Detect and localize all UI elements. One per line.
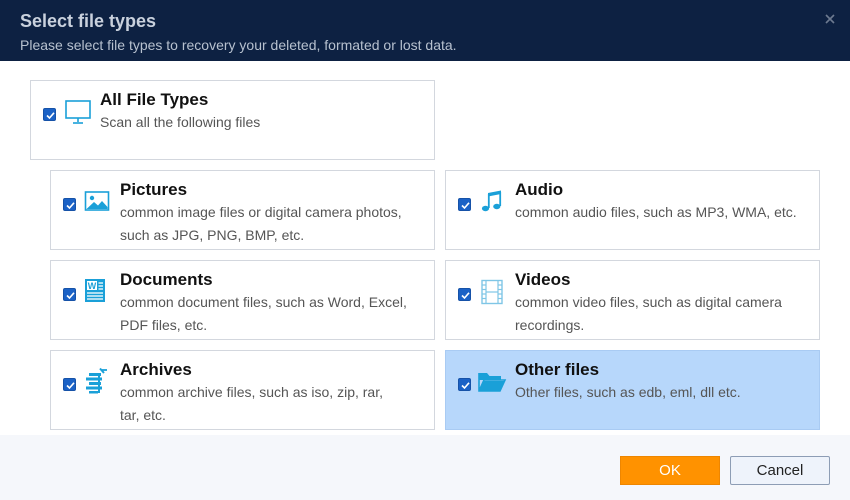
checkbox-documents[interactable] xyxy=(63,288,76,301)
card-archives[interactable]: Archives common archive files, such as i… xyxy=(50,350,435,430)
card-title: Documents xyxy=(120,270,213,289)
card-desc: Other files, such as edb, eml, dll etc. xyxy=(515,384,741,400)
card-title: Pictures xyxy=(120,180,188,199)
card-title: Archives xyxy=(120,360,192,379)
word-document-icon: W xyxy=(84,278,112,304)
card-other-files[interactable]: Other files Other files, such as edb, em… xyxy=(445,350,820,430)
checkbox-other-files[interactable] xyxy=(458,378,471,391)
ok-button[interactable]: OK xyxy=(620,456,720,485)
card-desc: common document files, such as Word, Exc… xyxy=(120,294,407,333)
music-note-icon xyxy=(479,189,507,215)
checkbox-videos[interactable] xyxy=(458,288,471,301)
dialog-title: Select file types xyxy=(20,11,157,31)
checkbox-all-file-types[interactable] xyxy=(43,108,56,121)
card-desc: common audio files, such as MP3, WMA, et… xyxy=(515,204,797,220)
card-all-file-types[interactable]: All File Types Scan all the following fi… xyxy=(30,80,435,160)
card-pictures[interactable]: Pictures common image files or digital c… xyxy=(50,170,435,250)
card-desc: common archive files, such as iso, zip, … xyxy=(120,384,383,423)
card-desc: Scan all the following files xyxy=(100,114,261,130)
dialog-header: Select file types Please select file typ… xyxy=(0,0,850,61)
cancel-button[interactable]: Cancel xyxy=(730,456,830,485)
dialog-subtitle: Please select file types to recovery you… xyxy=(20,37,457,53)
card-desc: common video files, such as digital came… xyxy=(515,294,782,333)
archive-icon xyxy=(82,367,110,394)
checkbox-audio[interactable] xyxy=(458,198,471,211)
monitor-icon xyxy=(64,99,92,125)
dialog-footer xyxy=(0,435,850,500)
card-title: Other files xyxy=(515,360,600,379)
card-audio[interactable]: Audio common audio files, such as MP3, W… xyxy=(445,170,820,250)
picture-icon xyxy=(84,190,112,216)
card-videos[interactable]: Videos common video files, such as digit… xyxy=(445,260,820,340)
svg-text:W: W xyxy=(88,281,97,291)
film-strip-icon xyxy=(479,279,507,305)
checkbox-archives[interactable] xyxy=(63,378,76,391)
card-desc: common image files or digital camera pho… xyxy=(120,204,402,243)
card-title: Audio xyxy=(515,180,564,199)
card-title: Videos xyxy=(515,270,571,289)
card-documents[interactable]: W Documents common document files, such … xyxy=(50,260,435,340)
folder-icon xyxy=(477,369,507,395)
close-icon[interactable] xyxy=(824,12,836,24)
checkbox-pictures[interactable] xyxy=(63,198,76,211)
card-title: All File Types xyxy=(100,90,209,109)
